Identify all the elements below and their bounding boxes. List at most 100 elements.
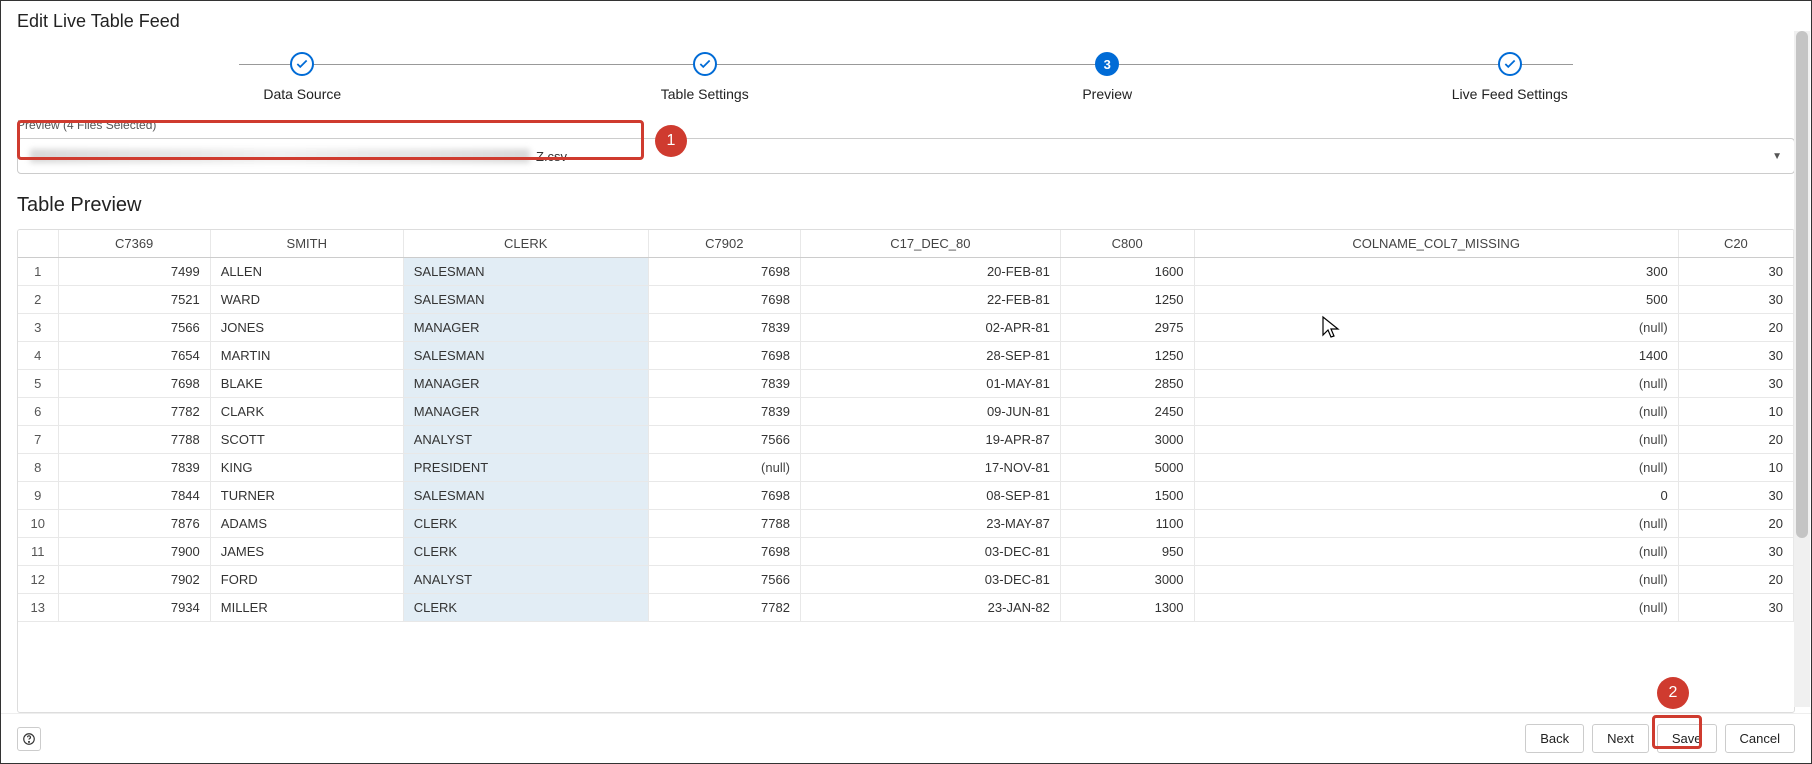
cell: MANAGER [403,398,648,426]
cell: MANAGER [403,370,648,398]
table-row[interactable]: 107876ADAMSCLERK778823-MAY-871100(null)2… [18,510,1794,538]
scrollbar[interactable] [1794,31,1810,707]
cell: ANALYST [403,566,648,594]
table-row[interactable]: 27521WARDSALESMAN769822-FEB-81125050030 [18,286,1794,314]
cell: 7876 [58,510,210,538]
table-row[interactable]: 137934MILLERCLERK778223-JAN-821300(null)… [18,594,1794,622]
scrollbar-thumb[interactable] [1796,31,1808,538]
cell: 7566 [58,314,210,342]
preview-files-label: Preview (4 Files Selected) [1,116,1811,138]
cell: 1250 [1060,342,1194,370]
cell: 20 [1678,314,1793,342]
chevron-down-icon: ▼ [1772,151,1782,162]
cell: (null) [1194,566,1678,594]
table-row[interactable]: 37566JONESMANAGER783902-APR-812975(null)… [18,314,1794,342]
step-table-settings[interactable]: Table Settings [504,52,907,102]
cell: SCOTT [210,426,403,454]
cell: (null) [1194,398,1678,426]
cell: 7698 [648,286,800,314]
cell: 7934 [58,594,210,622]
cell: 30 [1678,538,1793,566]
row-number: 12 [18,566,58,594]
cell: (null) [1194,370,1678,398]
step-data-source[interactable]: Data Source [101,52,504,102]
table-preview-title: Table Preview [1,186,1811,229]
row-number: 10 [18,510,58,538]
table-row[interactable]: 117900JAMESCLERK769803-DEC-81950(null)30 [18,538,1794,566]
cell: 1100 [1060,510,1194,538]
cell: KING [210,454,403,482]
col-header[interactable]: SMITH [210,230,403,258]
table-row[interactable]: 97844TURNERSALESMAN769808-SEP-811500030 [18,482,1794,510]
cell: 20 [1678,510,1793,538]
cell: 7698 [648,538,800,566]
cell: 950 [1060,538,1194,566]
cell: 1300 [1060,594,1194,622]
table-row[interactable]: 57698BLAKEMANAGER783901-MAY-812850(null)… [18,370,1794,398]
col-header[interactable]: C800 [1060,230,1194,258]
col-header[interactable]: C7902 [648,230,800,258]
step-live-feed-settings[interactable]: Live Feed Settings [1309,52,1712,102]
cell: 7499 [58,258,210,286]
col-header[interactable]: C20 [1678,230,1793,258]
row-number: 7 [18,426,58,454]
col-header[interactable]: COLNAME_COL7_MISSING [1194,230,1678,258]
cell: 7782 [648,594,800,622]
step-preview[interactable]: 3 Preview [906,52,1309,102]
cell: (null) [1194,538,1678,566]
cell: 7788 [58,426,210,454]
cell: 09-JUN-81 [800,398,1060,426]
table-row[interactable]: 47654MARTINSALESMAN769828-SEP-8112501400… [18,342,1794,370]
cell: SALESMAN [403,258,648,286]
step-label: Preview [1082,86,1132,102]
cell: JAMES [210,538,403,566]
table-row[interactable]: 77788SCOTTANALYST756619-APR-873000(null)… [18,426,1794,454]
cell: 3000 [1060,566,1194,594]
cell: SALESMAN [403,286,648,314]
cell: 10 [1678,454,1793,482]
cell: 23-MAY-87 [800,510,1060,538]
cell: 7698 [648,482,800,510]
cell: ADAMS [210,510,403,538]
cell: 20 [1678,566,1793,594]
cell: (null) [1194,594,1678,622]
row-number: 9 [18,482,58,510]
table-row[interactable]: 67782CLARKMANAGER783909-JUN-812450(null)… [18,398,1794,426]
row-number: 5 [18,370,58,398]
cell: (null) [1194,426,1678,454]
back-button[interactable]: Back [1525,724,1584,753]
table-preview: C7369 SMITH CLERK C7902 C17_DEC_80 C800 … [17,229,1795,713]
cancel-button[interactable]: Cancel [1725,724,1795,753]
cell: 20-FEB-81 [800,258,1060,286]
cell: 30 [1678,594,1793,622]
row-number: 4 [18,342,58,370]
cell: CLERK [403,510,648,538]
col-header[interactable]: CLERK [403,230,648,258]
help-button[interactable] [17,727,41,751]
col-header[interactable]: C17_DEC_80 [800,230,1060,258]
table-row[interactable]: 127902FORDANALYST756603-DEC-813000(null)… [18,566,1794,594]
row-number: 1 [18,258,58,286]
row-number: 13 [18,594,58,622]
table-row[interactable]: 17499ALLENSALESMAN769820-FEB-81160030030 [18,258,1794,286]
cell: 2975 [1060,314,1194,342]
save-button[interactable]: Save [1657,724,1717,753]
cell: 7839 [648,314,800,342]
cell: 7782 [58,398,210,426]
cell: CLERK [403,594,648,622]
cell: SALESMAN [403,482,648,510]
file-dropdown[interactable]: Z.csv ▼ [17,138,1795,174]
cell: 02-APR-81 [800,314,1060,342]
cell: 30 [1678,286,1793,314]
file-suffix: Z.csv [536,149,567,164]
table-row[interactable]: 87839KINGPRESIDENT(null)17-NOV-815000(nu… [18,454,1794,482]
cell: 7654 [58,342,210,370]
cell: ANALYST [403,426,648,454]
callout-2: 2 [1657,677,1689,709]
next-button[interactable]: Next [1592,724,1649,753]
col-header[interactable]: C7369 [58,230,210,258]
step-label: Live Feed Settings [1452,86,1568,102]
cell: 5000 [1060,454,1194,482]
cell: WARD [210,286,403,314]
cell: 7839 [58,454,210,482]
